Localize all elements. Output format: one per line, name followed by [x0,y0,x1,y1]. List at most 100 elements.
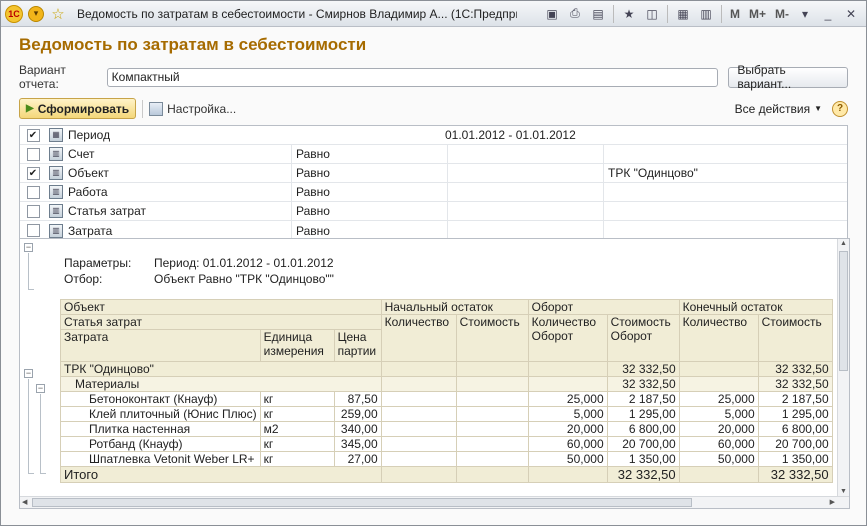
settings-name: Статья затрат [68,204,147,218]
settings-value2[interactable] [603,202,847,220]
settings-value[interactable] [447,183,603,201]
settings-value[interactable] [447,164,603,182]
settings-row-article[interactable]: ▥ Статья затрат Равно [20,202,847,221]
add-favorite-icon[interactable]: ★ [618,4,640,24]
report-area[interactable]: − − − Параметры: Период: 01.01.2012 - 01.… [19,238,850,509]
dropdown-icon[interactable]: ▾ [794,4,816,24]
period-field-icon: ▦ [49,128,63,142]
filter-field-icon: ▥ [49,147,63,161]
app-logo-icon[interactable]: 1С [5,4,23,23]
settings-value2[interactable]: ТРК "Одинцово" [603,164,847,182]
cost-name: Ротбанд (Кнауф) [60,436,261,452]
settings-condition[interactable]: Равно [291,202,447,220]
cost-turn-qty: 60,000 [527,436,608,452]
cost-end-qty: 5,000 [678,406,759,422]
cost-turn-qty: 5,000 [527,406,608,422]
header-article: Статья затрат [60,314,382,330]
bookmark-icon[interactable]: ◫ [641,4,663,24]
cost-checkbox[interactable] [26,224,40,237]
total-row[interactable]: Итого 32 332,50 32 332,50 [60,466,833,483]
settings-table: ✔ ▦ Период 01.01.2012 - 01.01.2012 ▥ Сче… [19,125,848,241]
settings-row-period[interactable]: ✔ ▦ Период 01.01.2012 - 01.01.2012 [20,126,847,145]
settings-value2[interactable] [603,183,847,201]
collapse-params-icon[interactable]: − [24,243,33,252]
object-row[interactable]: ТРК "Одинцово" 32 332,50 32 332,50 [60,361,833,377]
work-checkbox[interactable] [26,185,40,199]
calculator-icon[interactable]: ▦ [672,4,694,24]
header-price: Цена партии [333,329,382,362]
cost-name: Шпатлевка Vetonit Weber LR+ [60,451,261,467]
collapse-object-icon[interactable]: − [24,369,33,378]
settings-name: Период [68,128,111,142]
settings-name: Работа [68,185,108,199]
preview-icon[interactable]: ▤ [587,4,609,24]
object-name: ТРК "Одинцово" [60,361,382,377]
settings-label: Настройка... [167,101,237,116]
table-row[interactable]: Ротбанд (Кнауф) кг 345,00 60,000 20 700,… [60,436,833,452]
calendar-icon[interactable]: ▥ [695,4,717,24]
scroll-left-icon[interactable]: ◀ [22,498,27,506]
settings-condition[interactable]: Равно [291,145,447,163]
header-start-qty: Количество [380,314,457,362]
print-icon[interactable]: ⎙ [564,4,586,24]
article-checkbox[interactable] [26,204,40,218]
generate-label: Сформировать [37,101,130,116]
params-value: Период: 01.01.2012 - 01.01.2012 [154,256,334,270]
settings-row-object[interactable]: ✔ ▥ Объект Равно ТРК "Одинцово" [20,164,847,183]
table-row[interactable]: Шпатлевка Vetonit Weber LR+ кг 27,00 50,… [60,451,833,467]
save-icon[interactable]: ▣ [541,4,563,24]
article-turn-sum: 32 332,50 [606,376,680,392]
logo-text: 1С [5,4,23,23]
cost-end-qty: 20,000 [678,421,759,437]
object-checkbox[interactable]: ✔ [26,166,40,180]
cost-turn-qty: 50,000 [527,451,608,467]
main-menu-icon[interactable]: ▾ [27,5,45,23]
cost-turn-sum: 2 187,50 [606,391,680,407]
cost-price: 27,00 [333,451,382,467]
scroll-down-icon[interactable]: ▼ [840,488,847,495]
settings-value[interactable] [447,202,603,220]
cost-price: 340,00 [333,421,382,437]
cost-end-sum: 2 187,50 [757,391,833,407]
vertical-scroll-thumb[interactable] [839,251,848,371]
close-icon[interactable]: ✕ [840,4,862,24]
table-row[interactable]: Бетоноконтакт (Кнауф) кг 87,50 25,000 2 … [60,391,833,407]
cost-name: Клей плиточный (Юнис Плюс) [60,406,261,422]
header-end-qty: Количество [678,314,759,362]
help-icon[interactable]: ? [832,100,848,117]
settings-value[interactable] [447,145,603,163]
generate-button[interactable]: ▶ Сформировать [19,98,137,119]
filter-field-icon: ▥ [49,185,63,199]
scroll-up-icon[interactable]: ▲ [840,240,847,247]
horizontal-scrollbar[interactable]: ◀ ▶ [20,496,849,508]
vertical-scrollbar[interactable]: ▲ ▼ [837,239,849,508]
choose-variant-button[interactable]: Выбрать вариант... [728,63,848,91]
period-value[interactable]: 01.01.2012 - 01.01.2012 [291,128,847,142]
account-checkbox[interactable] [26,147,40,161]
chevron-down-icon: ▼ [814,104,822,113]
memory-minus-button[interactable]: M- [771,7,793,21]
header-row-2: Статья затрат Количество Стоимость Колич… [60,314,833,362]
report-table: Объект Начальный остаток Оборот Конечный… [60,299,833,483]
collapse-article-icon[interactable]: − [36,384,45,393]
period-checkbox[interactable]: ✔ [26,128,40,142]
table-row[interactable]: Плитка настенная м2 340,00 20,000 6 800,… [60,421,833,437]
all-actions-menu[interactable]: Все действия ▼ ? [735,100,848,117]
settings-condition[interactable]: Равно [291,183,447,201]
settings-row-work[interactable]: ▥ Работа Равно [20,183,847,202]
variant-input[interactable]: Компактный [106,67,719,87]
scroll-right-icon[interactable]: ▶ [830,498,835,506]
object-turn-sum: 32 332,50 [606,361,680,377]
memory-plus-button[interactable]: M+ [745,7,770,21]
favorite-star-icon[interactable]: ☆ [49,5,67,23]
article-row[interactable]: Материалы 32 332,50 32 332,50 [60,376,833,392]
table-row[interactable]: Клей плиточный (Юнис Плюс) кг 259,00 5,0… [60,406,833,422]
horizontal-scroll-thumb[interactable] [32,498,692,507]
settings-value2[interactable] [603,145,847,163]
settings-row-account[interactable]: ▥ Счет Равно [20,145,847,164]
window-title: Ведомость по затратам в себестоимости - … [77,6,517,21]
minimize-icon[interactable]: _ [817,4,839,24]
settings-condition[interactable]: Равно [291,164,447,182]
memory-button[interactable]: M [726,7,744,21]
settings-button[interactable]: Настройка... [149,101,237,116]
